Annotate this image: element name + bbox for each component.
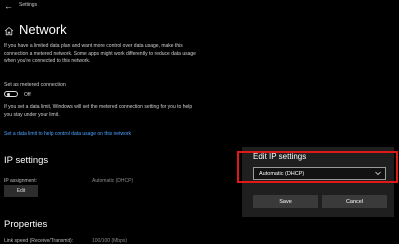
data-limit-link[interactable]: Set a data limit to help control data us… <box>4 131 131 137</box>
back-arrow-icon[interactable]: ← <box>4 1 13 11</box>
ip-settings-heading: IP settings <box>4 155 49 166</box>
properties-heading: Properties <box>4 219 48 230</box>
title-bar: ← Settings <box>0 0 399 12</box>
metered-description: If you have a limited data plan and want… <box>4 43 196 64</box>
app-title: Settings <box>19 2 38 8</box>
page-title: Network <box>19 22 67 37</box>
ip-assignment-label: IP assignment: <box>4 178 37 184</box>
save-button[interactable]: Save <box>253 195 318 208</box>
highlight-box <box>237 151 398 183</box>
cancel-button[interactable]: Cancel <box>322 195 387 208</box>
home-icon <box>4 26 14 36</box>
data-limit-description: If you set a data limit, Windows will se… <box>4 104 193 118</box>
toggle-knob <box>7 93 10 96</box>
ip-assignment-value: Automatic (DHCP) <box>92 178 134 184</box>
metered-label: Set as metered connection <box>4 82 66 88</box>
link-speed-label: Link speed (Receive/Transmit): <box>4 238 74 244</box>
link-speed-value: 100/100 (Mbps) <box>92 238 128 244</box>
edit-ip-button[interactable]: Edit <box>4 185 38 197</box>
metered-toggle-state: Off <box>24 91 31 98</box>
metered-toggle[interactable] <box>4 91 18 97</box>
